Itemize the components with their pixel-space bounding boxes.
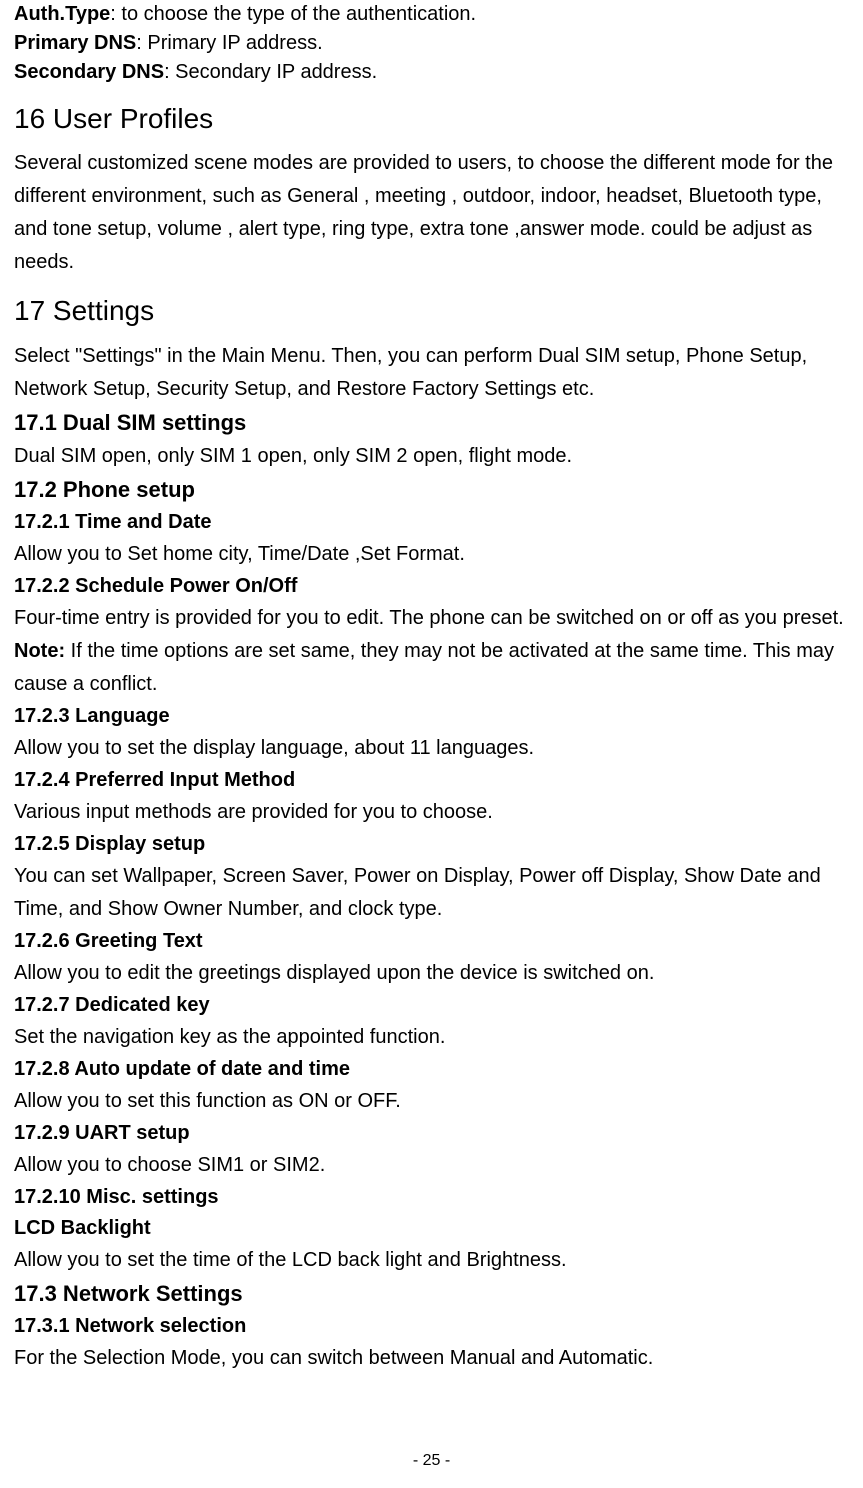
heading-17-1: 17.1 Dual SIM settings: [14, 406, 857, 440]
heading-17-3-1: 17.3.1 Network selection: [14, 1311, 857, 1342]
heading-17-2: 17.2 Phone setup: [14, 473, 857, 507]
heading-17-2-9: 17.2.9 UART setup: [14, 1118, 857, 1149]
desc-primary-dns: : Primary IP address.: [136, 32, 322, 54]
paragraph-17-2-7: Set the navigation key as the appointed …: [14, 1021, 857, 1054]
paragraph-17-2-5: You can set Wallpaper, Screen Saver, Pow…: [14, 860, 857, 926]
paragraph-17-2-6: Allow you to edit the greetings displaye…: [14, 957, 857, 990]
desc-auth-type: : to choose the type of the authenticati…: [110, 3, 476, 25]
paragraph-17-2-1: Allow you to Set home city, Time/Date ,S…: [14, 538, 857, 571]
paragraph-settings-intro: Select "Settings" in the Main Menu. Then…: [14, 340, 857, 406]
heading-17-2-7: 17.2.7 Dedicated key: [14, 990, 857, 1021]
heading-17-3: 17.3 Network Settings: [14, 1277, 857, 1311]
paragraph-user-profiles: Several customized scene modes are provi…: [14, 147, 857, 279]
definition-secondary-dns: Secondary DNS: Secondary IP address.: [14, 58, 857, 87]
definition-primary-dns: Primary DNS: Primary IP address.: [14, 29, 857, 58]
heading-17-2-3: 17.2.3 Language: [14, 701, 857, 732]
term-secondary-dns: Secondary DNS: [14, 61, 164, 83]
document-body: Auth.Type: to choose the type of the aut…: [14, 0, 857, 1375]
paragraph-17-2-2: Four-time entry is provided for you to e…: [14, 602, 857, 635]
desc-secondary-dns: : Secondary IP address.: [164, 61, 377, 83]
heading-17-settings: 17 Settings: [14, 293, 857, 329]
paragraph-17-2-4: Various input methods are provided for y…: [14, 796, 857, 829]
definition-auth-type: Auth.Type: to choose the type of the aut…: [14, 0, 857, 29]
term-primary-dns: Primary DNS: [14, 32, 136, 54]
paragraph-17-3-1: For the Selection Mode, you can switch b…: [14, 1342, 857, 1375]
heading-17-2-6: 17.2.6 Greeting Text: [14, 926, 857, 957]
note-label: Note:: [14, 640, 65, 662]
heading-17-2-10: 17.2.10 Misc. settings: [14, 1182, 857, 1213]
note-body: If the time options are set same, they m…: [14, 640, 834, 695]
paragraph-17-2-8: Allow you to set this function as ON or …: [14, 1085, 857, 1118]
paragraph-17-2-3: Allow you to set the display language, a…: [14, 732, 857, 765]
paragraph-17-2-10: Allow you to set the time of the LCD bac…: [14, 1244, 857, 1277]
heading-17-2-8: 17.2.8 Auto update of date and time: [14, 1054, 857, 1085]
subheading-lcd-backlight: LCD Backlight: [14, 1213, 857, 1244]
term-auth-type: Auth.Type: [14, 3, 110, 25]
heading-16-user-profiles: 16 User Profiles: [14, 101, 857, 137]
page-number: - 25 -: [0, 1452, 863, 1470]
paragraph-17-1: Dual SIM open, only SIM 1 open, only SIM…: [14, 440, 857, 473]
heading-17-2-4: 17.2.4 Preferred Input Method: [14, 765, 857, 796]
heading-17-2-5: 17.2.5 Display setup: [14, 829, 857, 860]
heading-17-2-2: 17.2.2 Schedule Power On/Off: [14, 571, 857, 602]
paragraph-17-2-9: Allow you to choose SIM1 or SIM2.: [14, 1149, 857, 1182]
paragraph-17-2-2-note: Note: If the time options are set same, …: [14, 635, 857, 701]
heading-17-2-1: 17.2.1 Time and Date: [14, 507, 857, 538]
